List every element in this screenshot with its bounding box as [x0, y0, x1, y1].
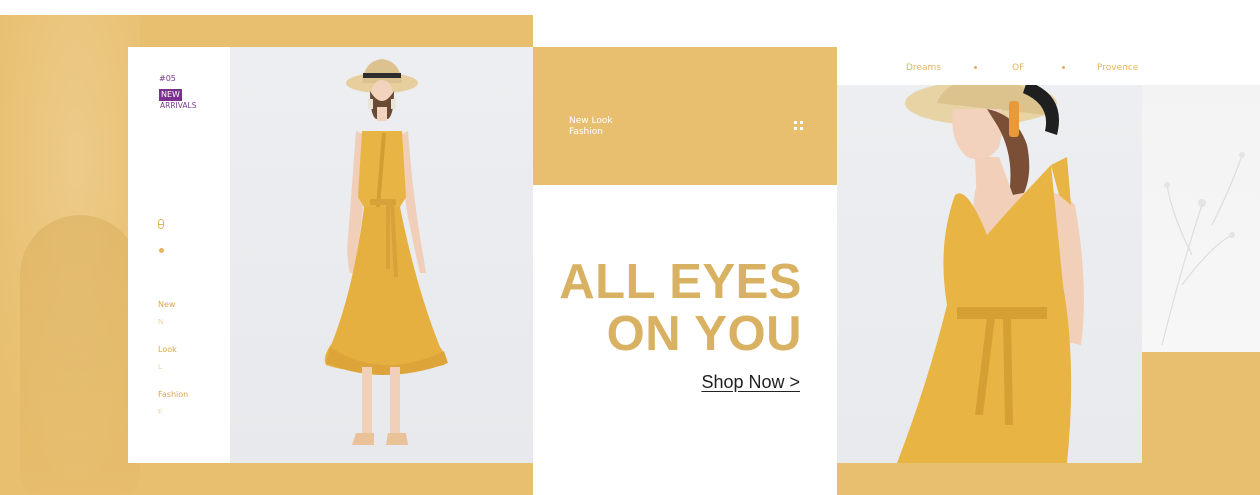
new-look-fashion-label: New Look Fashion [569, 116, 613, 138]
floral-sketch-decoration [1161, 152, 1245, 346]
dot-icon [159, 248, 164, 253]
model-photo-full-length [230, 47, 533, 463]
collection-number: #05 [159, 74, 176, 83]
model-closeup-illustration [897, 85, 1084, 463]
model-photo-closeup [837, 85, 1142, 463]
nav-separator-dot [1062, 66, 1065, 69]
top-margin-right [533, 0, 1260, 47]
model-illustration [324, 59, 448, 445]
arrivals-label: ARRIVALS [160, 101, 197, 110]
ring-icon [158, 219, 164, 229]
faded-model-backdrop-dress [20, 215, 140, 495]
top-margin [0, 0, 533, 15]
floral-backdrop [1142, 85, 1260, 352]
sidebar-item-look-sub: L [158, 363, 162, 371]
new-badge: NEW [159, 89, 182, 101]
shop-now-link[interactable]: Shop Now > [701, 372, 800, 393]
nav-dreams[interactable]: Dreams [906, 63, 941, 73]
label-line-2: Fashion [569, 127, 603, 137]
headline-line-1: ALL EYES [559, 255, 802, 309]
sidebar-item-new-sub: N [158, 318, 164, 326]
grid-dots-icon[interactable] [794, 121, 804, 131]
sidebar-item-new[interactable]: New [158, 300, 175, 309]
nav-of[interactable]: OF [1012, 63, 1024, 73]
headline: ALL EYES ON YOU [559, 256, 802, 360]
sidebar-item-fashion-sub: F [158, 408, 163, 416]
sidebar-item-look[interactable]: Look [158, 345, 177, 354]
nav-provence[interactable]: Provence [1097, 63, 1138, 73]
headline-line-2: ON YOU [606, 307, 802, 361]
nav-separator-dot [974, 66, 977, 69]
sidebar-item-fashion[interactable]: Fashion [158, 390, 188, 399]
label-line-1: New Look [569, 116, 613, 126]
